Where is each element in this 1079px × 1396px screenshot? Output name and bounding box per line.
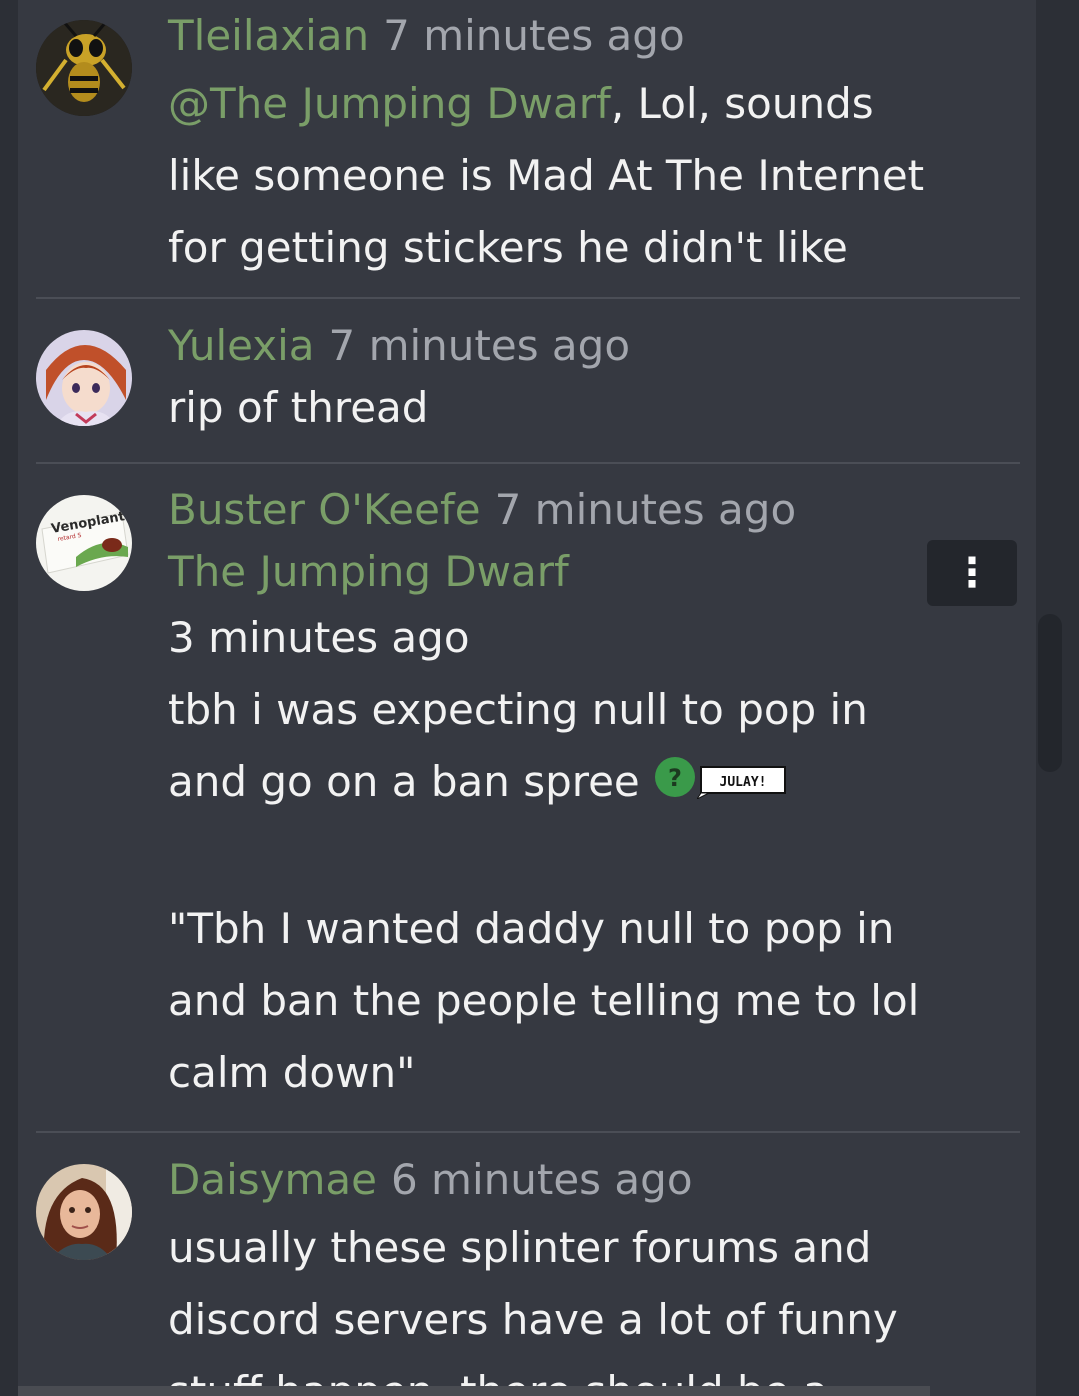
comment-text: , Lol, sounds xyxy=(610,79,874,128)
page: Tleilaxian 7 minutes ago @The Jumping Dwa… xyxy=(0,0,1079,1396)
quote-author: The Jumping Dwarf xyxy=(168,542,1020,602)
comment-content: Buster O'Keefe 7 minutes ago The Jumping … xyxy=(168,478,1020,1109)
divider xyxy=(36,1131,1020,1133)
quote-author-link[interactable]: The Jumping Dwarf xyxy=(168,547,569,596)
avatar[interactable] xyxy=(36,1164,132,1260)
avatar[interactable] xyxy=(36,20,132,116)
comment-text: tbh i was expecting null to pop in xyxy=(168,685,868,734)
wasp-avatar-icon xyxy=(36,20,132,116)
comment-meta: Buster O'Keefe 7 minutes ago xyxy=(168,478,1020,542)
comment-content: Yulexia 7 minutes ago rip of thread xyxy=(168,314,1020,438)
anime-girl-avatar-icon xyxy=(36,330,132,426)
comment-content: Daisymae 6 minutes ago usually these spli… xyxy=(168,1148,1020,1396)
comment-yulexia: Yulexia 7 minutes ago rip of thread xyxy=(36,314,1020,454)
username[interactable]: Daisymae xyxy=(168,1155,377,1204)
username[interactable]: Buster O'Keefe xyxy=(168,485,481,534)
username[interactable]: Yulexia xyxy=(168,321,315,370)
comment-meta: Daisymae 6 minutes ago xyxy=(168,1148,1020,1212)
comment-content: Tleilaxian 7 minutes ago @The Jumping Dwa… xyxy=(168,4,1020,284)
mention-link[interactable]: @The Jumping Dwarf xyxy=(168,79,611,128)
comment-text: and ban the people telling me to lol xyxy=(168,975,920,1025)
timestamp[interactable]: 7 minutes ago xyxy=(383,11,685,60)
avatar[interactable] xyxy=(36,330,132,426)
comment-buster-okeefe: Venoplant retard S Buster O'Keefe 7 minut… xyxy=(36,478,1020,1118)
horizontal-scrollbar[interactable] xyxy=(18,1386,930,1396)
timestamp[interactable]: 7 minutes ago xyxy=(495,485,797,534)
comment-text: usually these splinter forums and xyxy=(168,1223,872,1272)
comment-text: like someone is Mad At The Internet xyxy=(168,151,925,200)
comment-text: rip of thread xyxy=(168,383,429,432)
username[interactable]: Tleilaxian xyxy=(168,11,369,60)
divider xyxy=(36,462,1020,464)
comment-text: and go on a ban spree xyxy=(168,757,640,806)
comment-text: calm down" xyxy=(168,1047,416,1097)
comment-daisymae: Daisymae 6 minutes ago usually these spli… xyxy=(36,1148,1020,1396)
vertical-dots-icon: ⋮ xyxy=(952,550,992,596)
comment-text: "Tbh I wanted daddy null to pop in xyxy=(168,903,895,953)
comment-line: and go on a ban spree ? JULAY! xyxy=(168,746,1020,821)
avatar[interactable]: Venoplant retard S xyxy=(36,495,132,591)
comment-meta: Yulexia 7 minutes ago xyxy=(168,314,1020,378)
comment-meta: Tleilaxian 7 minutes ago xyxy=(168,4,1020,68)
venoplant-box-avatar-icon: Venoplant retard S xyxy=(36,495,132,591)
comment-line: @The Jumping Dwarf, Lol, sounds xyxy=(168,68,1020,140)
divider xyxy=(36,297,1020,299)
comment-text: for getting stickers he didn't like xyxy=(168,223,848,272)
julay-sticker-icon: JULAY! xyxy=(695,749,787,821)
svg-text:?: ? xyxy=(668,764,682,792)
more-options-button[interactable]: ⋮ xyxy=(927,540,1017,606)
comment-tleilaxian: Tleilaxian 7 minutes ago @The Jumping Dwa… xyxy=(36,4,1020,284)
timestamp[interactable]: 6 minutes ago xyxy=(391,1155,693,1204)
svg-text:JULAY!: JULAY! xyxy=(720,775,767,790)
question-sticker-icon: ? xyxy=(653,749,697,821)
timestamp[interactable]: 7 minutes ago xyxy=(329,321,631,370)
quote-time: 3 minutes ago xyxy=(168,613,470,662)
scrollbar-thumb[interactable] xyxy=(1038,614,1062,772)
person-photo-avatar-icon xyxy=(36,1164,132,1260)
comment-text: discord servers have a lot of funny xyxy=(168,1295,898,1344)
